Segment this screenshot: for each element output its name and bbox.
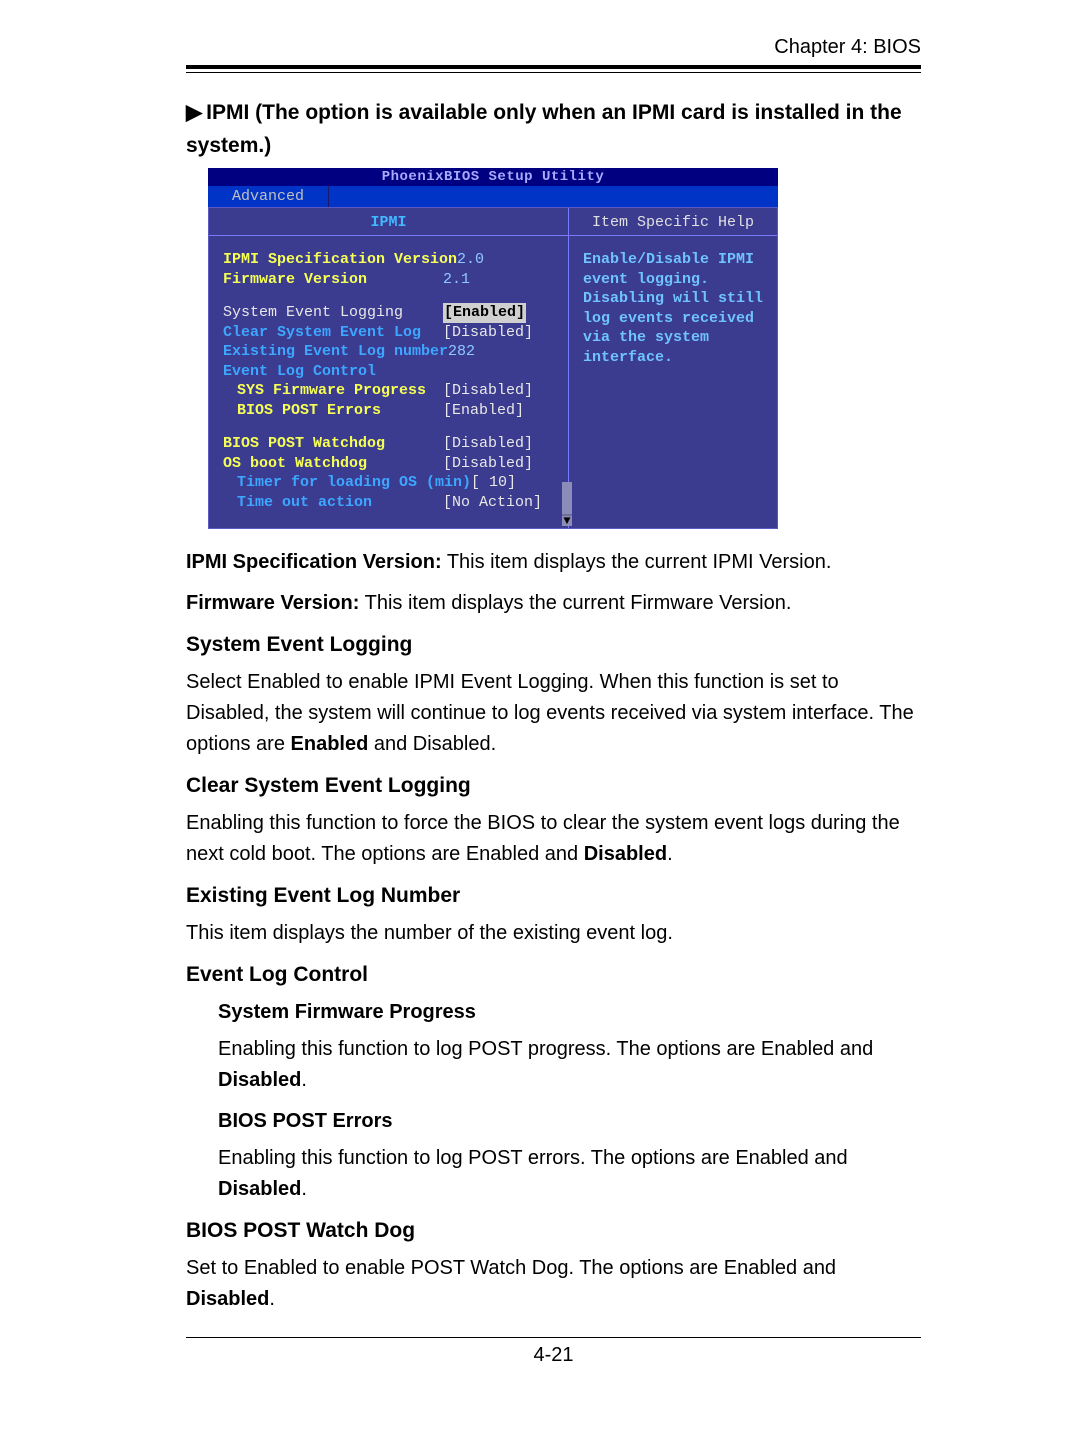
- bios-tab-bar: Advanced: [208, 186, 778, 207]
- bios-item-bios-post-wd[interactable]: BIOS POST Watchdog: [223, 434, 443, 454]
- bios-value-bios-post-err[interactable]: [Enabled]: [443, 401, 524, 421]
- bios-item-evt-ctrl: Event Log Control: [223, 362, 443, 382]
- page-number: 4-21: [186, 1344, 921, 1367]
- bios-value-sys-fw-prog[interactable]: [Disabled]: [443, 381, 533, 401]
- heading-evt-ctrl: Event Log Control: [186, 963, 921, 987]
- bios-item-timer-load[interactable]: Timer for loading OS (min): [223, 473, 471, 493]
- para-sys-evt-log: Select Enabled to enable IPMI Event Logg…: [186, 667, 921, 760]
- heading-clear-evt: Clear System Event Logging: [186, 774, 921, 798]
- heading-bios-post-wd: BIOS POST Watch Dog: [186, 1219, 921, 1243]
- para-ipmi-spec: IPMI Specification Version: This item di…: [186, 547, 921, 578]
- bios-value-timeout[interactable]: [No Action]: [443, 493, 542, 513]
- para-bios-post-wd: Set to Enabled to enable POST Watch Dog.…: [186, 1253, 921, 1315]
- bios-item-sys-evt-log[interactable]: System Event Logging: [223, 303, 443, 323]
- bios-value-sys-evt-log[interactable]: [Enabled]: [443, 303, 526, 323]
- bios-help-title: Item Specific Help: [569, 208, 777, 236]
- triangle-right-icon: ▶: [186, 97, 202, 130]
- bios-item-timeout[interactable]: Time out action: [223, 493, 443, 513]
- header-rule: [186, 65, 921, 73]
- para-fw-ver: Firmware Version: This item displays the…: [186, 588, 921, 619]
- section-title: ▶IPMI (The option is available only when…: [186, 97, 921, 162]
- bios-value-bios-post-wd[interactable]: [Disabled]: [443, 434, 533, 454]
- bios-utility-title: PhoenixBIOS Setup Utility: [208, 168, 778, 186]
- bios-value-ipmi-spec: 2.0: [457, 250, 484, 270]
- bios-item-fw-ver: Firmware Version: [223, 270, 443, 290]
- bios-left-title: IPMI: [209, 208, 568, 236]
- para-exist-evt: This item displays the number of the exi…: [186, 918, 921, 949]
- bios-value-timer-load[interactable]: [ 10]: [471, 473, 516, 493]
- bios-value-clear-evt[interactable]: [Disabled]: [443, 323, 533, 343]
- heading-exist-evt: Existing Event Log Number: [186, 884, 921, 908]
- bios-value-fw-ver: 2.1: [443, 270, 470, 290]
- chapter-header: Chapter 4: BIOS: [186, 36, 921, 59]
- bios-tab-advanced[interactable]: Advanced: [208, 186, 329, 207]
- bios-item-exist-evt: Existing Event Log number: [223, 342, 448, 362]
- heading-bios-post-err: BIOS POST Errors: [218, 1110, 921, 1133]
- para-bios-post-err: Enabling this function to log POST error…: [218, 1143, 921, 1205]
- bios-item-sys-fw-prog[interactable]: SYS Firmware Progress: [223, 381, 443, 401]
- bios-screenshot: PhoenixBIOS Setup Utility Advanced IPMI …: [208, 168, 778, 529]
- bios-help-text: Enable/Disable IPMI event logging. Disab…: [569, 236, 777, 377]
- section-title-text: IPMI (The option is available only when …: [186, 101, 902, 157]
- heading-sys-fw-prog: System Firmware Progress: [218, 1001, 921, 1024]
- para-sys-fw-prog: Enabling this function to log POST progr…: [218, 1034, 921, 1096]
- bios-item-ipmi-spec: IPMI Specification Version: [223, 250, 457, 270]
- para-clear-evt: Enabling this function to force the BIOS…: [186, 808, 921, 870]
- footer-rule: [186, 1337, 921, 1338]
- bios-value-exist-evt: 282: [448, 342, 475, 362]
- bios-value-os-boot-wd[interactable]: [Disabled]: [443, 454, 533, 474]
- bios-item-clear-evt[interactable]: Clear System Event Log: [223, 323, 443, 343]
- bios-item-os-boot-wd[interactable]: OS boot Watchdog: [223, 454, 443, 474]
- bios-item-bios-post-err[interactable]: BIOS POST Errors: [223, 401, 443, 421]
- heading-sys-evt-log: System Event Logging: [186, 633, 921, 657]
